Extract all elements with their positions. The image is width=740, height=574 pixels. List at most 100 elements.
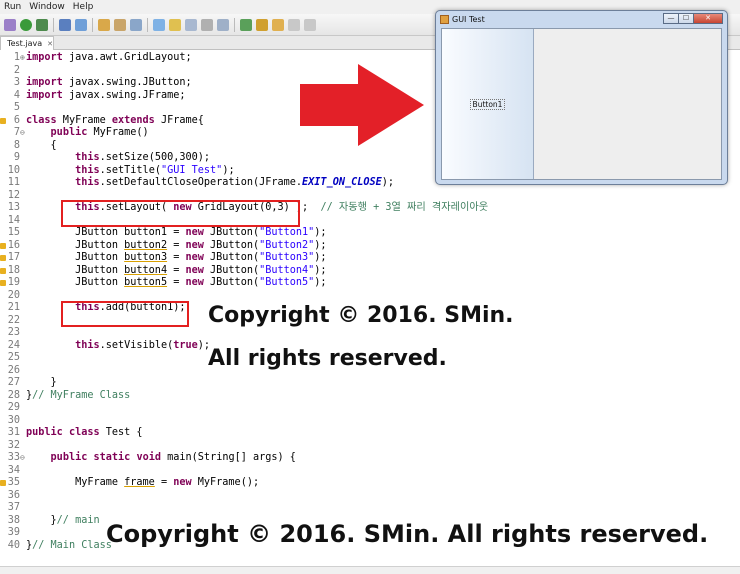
line-number: 1 [13,52,20,63]
line-number: 11 [7,177,20,188]
code-text: JButton button1 = new JButton("Button1")… [26,227,327,238]
line-number: 15 [7,227,20,238]
line-number: 19 [7,277,20,288]
editor-tab-test-java[interactable]: Test.java ✕ [0,36,54,50]
line-number: 10 [7,164,20,176]
code-text: JButton button3 = new JButton("Button3")… [26,252,327,263]
search-icon[interactable] [130,18,142,31]
line-number: 3 [13,77,20,88]
code-line: 23 [0,327,740,340]
line-number: 6 [13,114,20,126]
horizontal-scrollbar[interactable] [0,566,740,574]
line-number: 40 [7,539,20,551]
toggle-mark-icon[interactable] [153,18,165,31]
code-text: public static void main(String[] args) { [50,452,296,463]
code-line: 19 JButton button5 = new JButton("Button… [0,277,740,290]
java-app-icon [440,14,449,24]
line-number: 14 [7,214,20,226]
copyright-overlay-1: Copyright © 2016. SMin. [208,303,514,328]
toolbar-separator [92,17,93,32]
button1-label: Button1 [469,98,506,110]
debug-icon[interactable] [4,18,16,31]
code-text: JButton button2 = new JButton("Button2")… [26,239,327,251]
code-text: this.setDefaultCloseOperation(JFrame.EXI… [75,177,395,188]
highlight-box-setlayout [61,200,300,227]
minimize-button[interactable]: — [663,13,679,24]
run-icon[interactable] [20,18,32,31]
gui-window-titlebar[interactable]: GUI Test — ☐ ✕ [436,11,727,27]
button1[interactable]: Button1 [442,29,534,179]
line-number: 35 [7,477,20,488]
toolbar-separator [234,17,235,32]
highlight-icon[interactable] [169,18,181,31]
line-number: 33 [7,452,20,463]
line-number: 22 [7,314,20,326]
line-number: 24 [7,339,20,351]
code-text: public MyFrame() [50,127,149,138]
menu-window[interactable]: Window [25,2,69,12]
line-number: 13 [7,202,20,213]
red-arrow-icon [300,64,424,146]
close-icon[interactable]: ✕ [47,40,53,48]
open-folder-icon[interactable] [114,18,126,31]
menu-run[interactable]: Run [0,2,25,12]
code-line: 29 [0,402,740,415]
code-text: public class Test { [26,427,143,438]
code-text: JButton button5 = new JButton("Button5")… [26,277,327,288]
line-number: 39 [7,527,20,538]
line-number: 30 [7,414,20,426]
toolbar-separator [53,17,54,32]
line-number: 4 [13,89,20,101]
line-number: 38 [7,514,20,526]
last-edit-icon[interactable] [272,18,284,31]
line-number: 21 [7,302,20,313]
run-config-icon[interactable] [36,18,48,31]
menu-help[interactable]: Help [69,2,98,12]
code-text: import javax.swing.JButton; [26,77,192,88]
toolbar-separator [147,17,148,32]
line-number: 28 [7,389,20,401]
line-number: 25 [7,352,20,363]
forward-icon[interactable] [304,18,316,31]
line-number: 34 [7,464,20,476]
code-text: } [26,377,57,388]
code-line: 35 MyFrame frame = new MyFrame(); [0,477,740,490]
highlight-box-add [61,301,189,327]
code-line: 15 JButton button1 = new JButton("Button… [0,227,740,240]
code-text: }// main [26,514,100,526]
line-number: 8 [13,139,20,151]
code-text: this.setTitle("GUI Test"); [75,164,235,176]
copyright-overlay-bottom: Copyright © 2016. SMin. All rights reser… [106,520,709,548]
gui-window-content: Button1 [441,28,722,180]
line-number: 26 [7,364,20,376]
new-class-icon[interactable] [75,18,87,31]
code-line: 34 [0,465,740,478]
code-text: { [26,139,57,151]
line-number: 32 [7,439,20,451]
gui-test-window[interactable]: GUI Test — ☐ ✕ Button1 [435,10,728,185]
format-icon[interactable] [217,18,229,31]
code-text: this.setSize(500,300); [75,152,211,163]
code-line: 37 [0,502,740,515]
next-annotation-icon[interactable] [240,18,252,31]
open-type-icon[interactable] [98,18,110,31]
code-line: 30 [0,415,740,428]
code-text: import java.awt.GridLayout; [26,52,192,63]
code-text: JButton button4 = new JButton("Button4")… [26,264,327,276]
whitespace-icon[interactable] [201,18,213,31]
gui-window-title: GUI Test [452,14,485,24]
line-number: 20 [7,289,20,301]
line-number: 12 [7,189,20,201]
prev-annotation-icon[interactable] [256,18,268,31]
back-icon[interactable] [288,18,300,31]
block-select-icon[interactable] [185,18,197,31]
code-text: }// MyFrame Class [26,389,131,401]
code-line: 31 public class Test { [0,427,740,440]
close-button[interactable]: ✕ [693,13,723,24]
line-number: 5 [13,102,20,113]
line-number: 36 [7,489,20,501]
new-package-icon[interactable] [59,18,71,31]
copyright-overlay-2: All rights reserved. [208,346,447,371]
maximize-button[interactable]: ☐ [678,13,694,24]
code-text: }// Main Class [26,539,112,551]
